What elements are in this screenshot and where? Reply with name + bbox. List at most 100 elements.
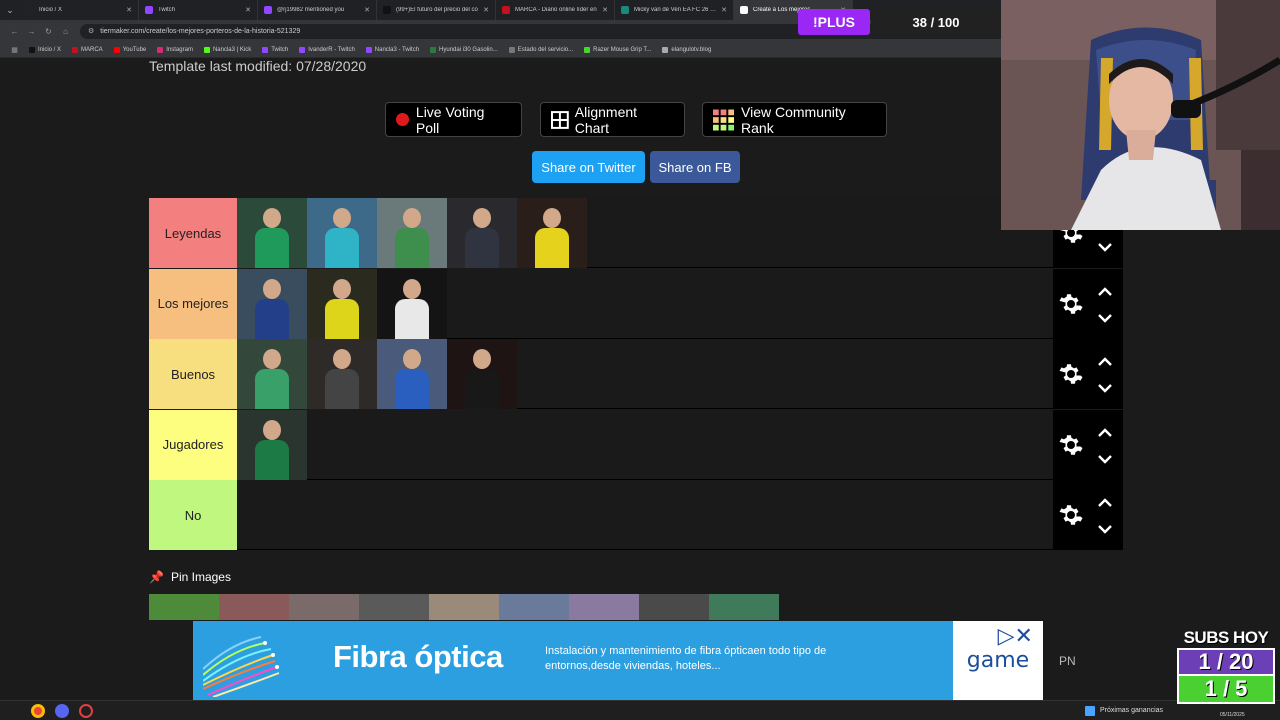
tab-close-icon[interactable]: ✕ — [126, 6, 132, 14]
goalkeeper-image[interactable] — [447, 198, 517, 268]
bookmark-favicon-icon — [584, 46, 591, 53]
goalkeeper-image[interactable] — [237, 339, 307, 409]
fiber-optic-image — [203, 636, 280, 697]
chrome-icon[interactable] — [31, 704, 45, 718]
pin-image-thumbnail[interactable] — [569, 594, 639, 620]
goalkeeper-image[interactable] — [237, 409, 307, 480]
browser-tab[interactable]: Micky van de Ven EA FC 26 - S ✕ — [615, 0, 734, 20]
goalkeeper-face — [263, 278, 281, 299]
forward-icon[interactable]: → — [23, 27, 40, 36]
tab-close-icon[interactable]: ✕ — [245, 6, 251, 14]
tier-label[interactable]: Leyendas — [149, 198, 237, 268]
pin-image-thumbnail[interactable] — [219, 594, 289, 620]
tier-label[interactable]: Jugadores — [149, 409, 237, 480]
bookmark-item[interactable]: Nancla3 - Twitch — [365, 46, 419, 53]
browser-tab[interactable]: (99+)El futuro del precio del co ✕ — [377, 0, 496, 20]
goalkeeper-image[interactable] — [237, 268, 307, 339]
tier-row: Buenos — [149, 339, 1123, 409]
pin-image-thumbnail[interactable] — [639, 594, 709, 620]
bookmark-item[interactable]: elangulotv.blog — [662, 46, 711, 53]
bookmark-item[interactable]: IvanderR - Twitch — [299, 46, 355, 53]
browser-tab[interactable]: MARCA - Diario online líder en ✕ — [496, 0, 615, 20]
record-dot-icon — [396, 113, 409, 126]
live-voting-poll-button[interactable]: Live Voting Poll — [385, 102, 522, 137]
tier-label[interactable]: No — [149, 480, 237, 550]
browser-tab[interactable]: Twitch ✕ — [139, 0, 258, 20]
tab-search-icon[interactable]: ⌄ — [0, 0, 20, 20]
goalkeeper-face — [473, 349, 491, 369]
tab-close-icon[interactable]: ✕ — [721, 6, 727, 14]
view-community-rank-button[interactable]: View Community Rank — [702, 102, 887, 137]
discord-icon[interactable] — [55, 704, 69, 718]
tier-items — [237, 339, 517, 409]
tier-label[interactable]: Los mejores — [149, 268, 237, 339]
bookmark-favicon-icon — [113, 46, 120, 53]
bookmark-item[interactable]: YouTube — [113, 46, 146, 53]
earnings-text[interactable]: Próximas ganancias — [1100, 707, 1163, 714]
ad-title: Fibra óptica — [333, 639, 503, 674]
tier-label[interactable]: Buenos — [149, 339, 237, 409]
obs-icon[interactable] — [79, 704, 93, 718]
widgets-icon[interactable] — [1085, 706, 1095, 716]
goalkeeper-image[interactable] — [237, 198, 307, 268]
tier-move-arrows-icon[interactable] — [1096, 353, 1114, 397]
bookmark-item[interactable]: Nancla3 | Kick — [203, 46, 251, 53]
tier-move-arrows-icon[interactable] — [1096, 424, 1114, 468]
goalkeeper-image[interactable] — [447, 339, 517, 409]
bookmark-item[interactable]: Instagram — [157, 46, 193, 53]
goalkeeper-image[interactable] — [307, 339, 377, 409]
tab-close-icon[interactable]: ✕ — [364, 6, 370, 14]
bookmark-favicon-icon — [662, 46, 669, 53]
bookmark-label: IvanderR - Twitch — [308, 46, 355, 53]
goalkeeper-image[interactable] — [377, 198, 447, 268]
browser-tab[interactable]: @rj19982 mentioned you ✕ — [258, 0, 377, 20]
goalkeeper-image[interactable] — [517, 198, 587, 268]
share-fb-label: Share on FB — [658, 159, 732, 175]
back-icon[interactable]: ← — [6, 27, 23, 36]
bookmark-label: Instagram — [166, 46, 193, 53]
goalkeeper-image[interactable] — [377, 268, 447, 339]
bookmark-item[interactable]: Hyundai i30 Gasolin... — [430, 46, 498, 53]
plus-badge: !PLUS — [798, 9, 870, 35]
pin-image-thumbnail[interactable] — [499, 594, 569, 620]
alignment-chart-button[interactable]: Alignment Chart — [540, 102, 685, 137]
bookmark-label: Inicio / X — [38, 46, 62, 53]
goalkeeper-image[interactable] — [307, 198, 377, 268]
site-info-icon[interactable]: ⚙ — [88, 27, 94, 35]
pin-image-thumbnail[interactable] — [289, 594, 359, 620]
apps-grid-icon[interactable]: ▦ — [6, 46, 23, 54]
share-twitter-label: Share on Twitter — [541, 159, 636, 175]
browser-tab[interactable]: Inicio / X ✕ — [20, 0, 139, 20]
bookmark-favicon-icon — [508, 46, 515, 53]
tier-row: No — [149, 480, 1123, 550]
pin-image-thumbnail[interactable] — [149, 594, 219, 620]
tier-move-arrows-icon[interactable] — [1096, 283, 1114, 327]
ad-choices-icon[interactable]: ▷✕ — [998, 624, 1033, 649]
bookmark-item[interactable]: Inicio / X — [29, 46, 62, 53]
tier-settings-gear-icon[interactable] — [1059, 362, 1083, 386]
tier-settings-gear-icon[interactable] — [1059, 503, 1083, 527]
tier-move-arrows-icon[interactable] — [1096, 494, 1114, 538]
bookmark-item[interactable]: Twitch — [262, 46, 288, 53]
tab-title: @rj19982 mentioned you — [277, 7, 345, 13]
bookmark-item[interactable]: Razer Mouse Grip T... — [584, 46, 652, 53]
tab-close-icon[interactable]: ✕ — [483, 6, 489, 14]
goalkeeper-image[interactable] — [377, 339, 447, 409]
bookmark-label: Razer Mouse Grip T... — [593, 46, 652, 53]
pin-image-thumbnail[interactable] — [429, 594, 499, 620]
subs-today-widget: SUBS HOY 1 / 20 1 / 5 — [1176, 628, 1276, 712]
ad-banner[interactable]: Fibra óptica Instalación y mantenimiento… — [193, 621, 1043, 700]
reload-icon[interactable]: ↻ — [40, 27, 57, 36]
goalkeeper-image[interactable] — [307, 268, 377, 339]
bookmark-item[interactable]: Estado del servicio... — [508, 46, 573, 53]
tier-settings-gear-icon[interactable] — [1059, 433, 1083, 457]
pin-image-thumbnail[interactable] — [359, 594, 429, 620]
tier-items — [237, 198, 587, 268]
pin-image-thumbnail[interactable] — [709, 594, 779, 620]
share-fb-button[interactable]: Share on FB — [650, 151, 740, 183]
tier-settings-gear-icon[interactable] — [1059, 292, 1083, 316]
tab-close-icon[interactable]: ✕ — [602, 6, 608, 14]
bookmark-item[interactable]: MARCA — [72, 46, 103, 53]
share-twitter-button[interactable]: Share on Twitter — [532, 151, 645, 183]
home-icon[interactable]: ⌂ — [57, 27, 74, 36]
